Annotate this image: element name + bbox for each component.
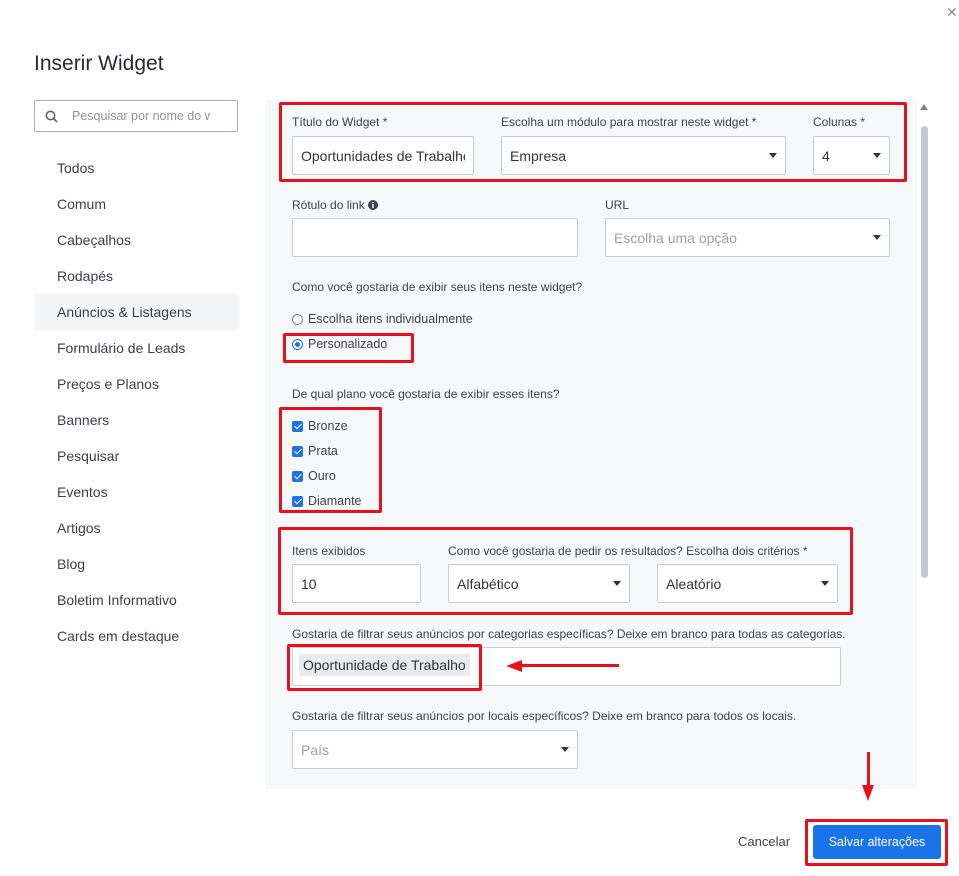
chevron-down-icon bbox=[769, 153, 777, 158]
sidebar-item-boletim[interactable]: Boletim Informativo bbox=[34, 582, 239, 618]
order-first-value: Alfabético bbox=[457, 575, 519, 592]
checkbox-checked-icon[interactable] bbox=[292, 470, 303, 482]
checkbox-checked-icon[interactable] bbox=[292, 495, 303, 507]
radio-individual[interactable]: Escolha itens individualmente bbox=[292, 312, 473, 326]
url-placeholder: Escolha uma opção bbox=[614, 229, 737, 246]
search-input[interactable] bbox=[72, 109, 210, 123]
checkbox-bronze-label: Bronze bbox=[308, 419, 348, 433]
checkbox-checked-icon[interactable] bbox=[292, 445, 303, 457]
radio-individual-label: Escolha itens individualmente bbox=[308, 312, 473, 326]
items-input[interactable] bbox=[301, 575, 412, 592]
widget-search[interactable] bbox=[34, 100, 238, 132]
columns-value: 4 bbox=[822, 147, 830, 164]
radio-circle[interactable] bbox=[292, 313, 303, 325]
scroll-up-icon[interactable] bbox=[920, 104, 928, 110]
url-select[interactable]: Escolha uma opção bbox=[605, 218, 890, 257]
radio-personalizado[interactable]: Personalizado bbox=[292, 337, 387, 351]
annotation-arrow-down-line bbox=[867, 752, 870, 787]
sidebar-item-pesquisar[interactable]: Pesquisar bbox=[34, 438, 239, 474]
checkbox-ouro-label: Ouro bbox=[308, 469, 336, 483]
order-second-select[interactable]: Aleatório bbox=[657, 564, 838, 603]
sidebar-item-anuncios-listagens[interactable]: Anúncios & Listagens bbox=[34, 294, 239, 330]
locations-question: Gostaria de filtrar seus anúncios por lo… bbox=[292, 709, 797, 723]
save-button[interactable]: Salvar alterações bbox=[813, 825, 941, 859]
order-first-select[interactable]: Alfabético bbox=[448, 564, 630, 603]
link-label-input[interactable] bbox=[301, 229, 569, 246]
radio-circle-selected[interactable] bbox=[292, 338, 303, 350]
columns-label: Colunas * bbox=[813, 115, 866, 129]
chevron-down-icon bbox=[821, 581, 829, 586]
country-select[interactable]: País bbox=[292, 730, 578, 769]
widget-title-field[interactable]: Oportunidades de Trabalho bbox=[292, 136, 474, 175]
modal-title: Inserir Widget bbox=[34, 52, 164, 75]
module-value: Empresa bbox=[510, 147, 567, 164]
items-label: Itens exibidos bbox=[292, 544, 366, 558]
chevron-down-icon bbox=[613, 581, 621, 586]
chevron-down-icon bbox=[873, 235, 881, 240]
sidebar-item-blog[interactable]: Blog bbox=[34, 546, 239, 582]
sidebar-item-formulario-leads[interactable]: Formulário de Leads bbox=[34, 330, 239, 366]
sidebar-item-eventos[interactable]: Eventos bbox=[34, 474, 239, 510]
sidebar-item-rodapes[interactable]: Rodapés bbox=[34, 258, 239, 294]
chevron-down-icon bbox=[561, 747, 569, 752]
link-label-field[interactable] bbox=[292, 218, 578, 257]
search-icon bbox=[45, 110, 58, 123]
widget-title-label: Título do Widget * bbox=[292, 115, 388, 129]
link-label-text: Rótulo do link bbox=[292, 198, 365, 212]
checkbox-checked-icon[interactable] bbox=[292, 420, 303, 432]
checkbox-diamante[interactable]: Diamante bbox=[292, 494, 362, 508]
arrow-down-icon bbox=[862, 785, 874, 801]
checkbox-ouro[interactable]: Ouro bbox=[292, 469, 336, 483]
close-icon[interactable]: ✕ bbox=[946, 4, 958, 21]
plan-question: De qual plano você gostaria de exibir es… bbox=[292, 387, 560, 401]
module-select[interactable]: Empresa bbox=[501, 136, 786, 175]
checkbox-diamante-label: Diamante bbox=[308, 494, 362, 508]
widget-title-value: Oportunidades de Trabalho bbox=[301, 147, 465, 164]
radio-personalizado-label: Personalizado bbox=[308, 337, 388, 351]
annotation-arrow-left-line bbox=[521, 664, 619, 667]
link-label: Rótulo do link bbox=[292, 198, 379, 212]
display-question: Como você gostaria de exibir seus itens … bbox=[292, 280, 583, 294]
sidebar-item-cards-destaque[interactable]: Cards em destaque bbox=[34, 618, 239, 654]
chevron-down-icon bbox=[873, 153, 881, 158]
columns-select[interactable]: 4 bbox=[813, 136, 890, 175]
sidebar-item-todos[interactable]: Todos bbox=[34, 150, 239, 186]
arrow-left-icon bbox=[506, 660, 522, 672]
sidebar-item-cabecalhos[interactable]: Cabeçalhos bbox=[34, 222, 239, 258]
cancel-button[interactable]: Cancelar bbox=[726, 828, 802, 856]
url-label: URL bbox=[605, 198, 630, 212]
sidebar-item-comum[interactable]: Comum bbox=[34, 186, 239, 222]
categories-question: Gostaria de filtrar seus anúncios por ca… bbox=[292, 627, 846, 641]
category-tag[interactable]: Oportunidade de Trabalho bbox=[299, 654, 470, 676]
order-second-value: Aleatório bbox=[666, 575, 722, 592]
checkbox-prata[interactable]: Prata bbox=[292, 444, 338, 458]
sidebar-item-artigos[interactable]: Artigos bbox=[34, 510, 239, 546]
sidebar-item-precos-planos[interactable]: Preços e Planos bbox=[34, 366, 239, 402]
order-label: Como você gostaria de pedir os resultado… bbox=[448, 544, 808, 558]
category-sidebar: Todos Comum Cabeçalhos Rodapés Anúncios … bbox=[34, 150, 239, 654]
checkbox-prata-label: Prata bbox=[308, 444, 338, 458]
sidebar-item-banners[interactable]: Banners bbox=[34, 402, 239, 438]
country-placeholder: País bbox=[301, 741, 330, 758]
checkbox-bronze[interactable]: Bronze bbox=[292, 419, 348, 433]
module-label: Escolha um módulo para mostrar neste wid… bbox=[501, 115, 757, 129]
scroll-thumb[interactable] bbox=[921, 126, 928, 578]
items-field[interactable] bbox=[292, 564, 421, 603]
info-icon[interactable] bbox=[368, 200, 379, 210]
